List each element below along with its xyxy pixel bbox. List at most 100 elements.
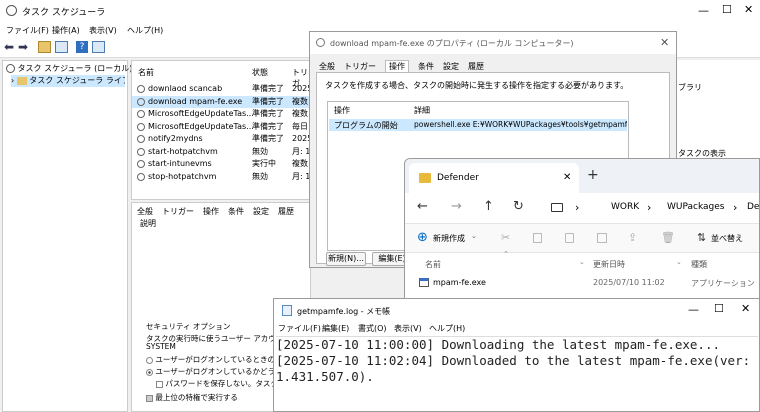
notepad-window: getmpamfe.log - メモ帳 — ☐ ✕ ファイル(F) 編集(E) … bbox=[273, 298, 760, 412]
detail-tab-action[interactable]: 操作 bbox=[203, 206, 219, 217]
nav-up-icon[interactable]: ↑ bbox=[483, 199, 494, 214]
menu-help[interactable]: ヘルプ(H) bbox=[127, 25, 163, 36]
task-row[interactable]: stop-hotpatchvm 無効 月: 1 bbox=[132, 171, 310, 183]
task-row[interactable]: start-hotpatchvm 無効 月: 1 bbox=[132, 146, 310, 158]
task-row[interactable]: download mpam-fe.exe 準備完了 複数 bbox=[132, 95, 310, 108]
expand-chevron-icon[interactable]: › bbox=[11, 76, 14, 85]
menu-view[interactable]: 表示(V) bbox=[89, 25, 117, 36]
task-name: notify2mydns bbox=[148, 134, 203, 143]
props-tab-trigger[interactable]: トリガー bbox=[344, 61, 376, 72]
show-hide-tree-icon[interactable] bbox=[55, 41, 68, 53]
explorer-window: Defender ✕ + ← → ↑ ↻ › WORK › WUPackages… bbox=[404, 158, 760, 308]
np-menu-format[interactable]: 書式(O) bbox=[358, 323, 387, 334]
task-row[interactable]: downlaod scancab 準備完了 2025 bbox=[132, 83, 310, 95]
path-segment-work[interactable]: WORK bbox=[611, 202, 639, 212]
tree-library-label: タスク スケジューラ ライブラリ bbox=[29, 76, 125, 85]
cut-icon[interactable]: ✂ bbox=[501, 231, 510, 244]
nav-back-icon[interactable]: ← bbox=[417, 199, 428, 214]
close-icon[interactable]: ✕ bbox=[744, 3, 753, 16]
task-trigger: 複数 bbox=[292, 109, 308, 118]
np-menu-file[interactable]: ファイル(F) bbox=[278, 323, 321, 334]
highest-checkbox[interactable]: 最上位の特権で実行する bbox=[146, 392, 238, 403]
copy-icon[interactable] bbox=[533, 233, 542, 243]
maximize-icon[interactable]: ☐ bbox=[722, 3, 732, 16]
log-line: 1.431.507.0). bbox=[276, 369, 374, 384]
file-date: 2025/07/10 11:02 bbox=[593, 278, 665, 287]
task-row[interactable]: start-intunevms 実行中 複数 bbox=[132, 158, 310, 170]
nosave-checkbox[interactable]: パスワードを保存しない。タスク bbox=[156, 378, 278, 389]
props-new-button[interactable]: 新規(N)... bbox=[326, 252, 366, 266]
detail-tab-trigger[interactable]: トリガー bbox=[162, 206, 194, 217]
props-tab-action[interactable]: 操作 bbox=[385, 60, 409, 72]
file-row[interactable]: mpam-fe.exe 2025/07/10 11:02 アプリケーション bbox=[405, 275, 759, 291]
radio-logon-only[interactable]: ユーザーがログオンしているときのみ実 bbox=[146, 354, 287, 365]
radio-logon-any-label: ユーザーがログオンしているかどうかに bbox=[155, 367, 287, 376]
file-col-type[interactable]: 種類 bbox=[691, 259, 707, 270]
path-segment-defender[interactable]: De bbox=[747, 202, 759, 212]
paste-icon[interactable] bbox=[565, 233, 574, 243]
file-col-date[interactable]: 更新日時 bbox=[593, 259, 625, 270]
explorer-tab[interactable]: Defender ✕ bbox=[409, 163, 579, 193]
security-account: SYSTEM bbox=[146, 342, 176, 351]
pc-icon[interactable] bbox=[551, 203, 563, 212]
detail-tab-history[interactable]: 履歴 bbox=[278, 206, 294, 217]
props-tab-history[interactable]: 履歴 bbox=[468, 61, 484, 72]
np-menu-help[interactable]: ヘルプ(H) bbox=[429, 323, 465, 334]
share-icon[interactable]: ⇪ bbox=[628, 231, 637, 244]
props-tab-settings[interactable]: 設定 bbox=[443, 61, 459, 72]
task-status: 無効 bbox=[252, 146, 268, 156]
explorer-commandbar: ⊕ 新規作成 ⌄ ✂ ⇪ 🗑 ⇅ 並べ替え bbox=[405, 223, 759, 253]
back-icon[interactable]: ⬅ bbox=[4, 40, 14, 54]
task-row[interactable]: notify2mydns 準備完了 2025 bbox=[132, 133, 310, 145]
file-col-name-chevron-icon[interactable]: ⌄ bbox=[579, 258, 585, 266]
task-row[interactable]: MicrosoftEdgeUpdateTas... 準備完了 毎日 bbox=[132, 121, 310, 133]
np-menu-view[interactable]: 表示(V) bbox=[394, 323, 422, 334]
task-status: 実行中 bbox=[252, 159, 276, 168]
sort-button[interactable]: 並べ替え bbox=[711, 233, 743, 244]
menu-file[interactable]: ファイル(F) bbox=[6, 25, 49, 36]
col-name[interactable]: 名前 bbox=[138, 67, 154, 78]
task-name: stop-hotpatchvm bbox=[148, 171, 217, 181]
detail-tab-settings[interactable]: 設定 bbox=[253, 206, 269, 217]
nav-forward-icon[interactable]: → bbox=[451, 199, 462, 214]
new-tab-icon[interactable]: + bbox=[587, 167, 599, 183]
file-col-name[interactable]: 名前 bbox=[425, 259, 441, 270]
file-col-date-chevron-icon[interactable]: ⌄ bbox=[676, 258, 682, 266]
delete-icon[interactable]: 🗑 bbox=[661, 231, 675, 244]
np-menu-edit[interactable]: 編集(E) bbox=[322, 323, 349, 334]
task-clock-icon bbox=[137, 110, 145, 118]
highest-label: 最上位の特権で実行する bbox=[155, 393, 238, 402]
notepad-minimize-icon[interactable]: — bbox=[688, 303, 699, 316]
detail-tab-condition[interactable]: 条件 bbox=[228, 206, 244, 217]
menu-action[interactable]: 操作(A) bbox=[52, 25, 80, 36]
log-line: [2025-07-10 11:00:00] Downloading the la… bbox=[276, 337, 721, 352]
tree-library[interactable]: › タスク スケジューラ ライブラリ bbox=[11, 75, 125, 87]
minimize-icon[interactable]: — bbox=[698, 4, 709, 17]
up-folder-icon[interactable] bbox=[38, 41, 51, 53]
tab-close-icon[interactable]: ✕ bbox=[563, 172, 571, 183]
radio-logon-any[interactable]: ユーザーがログオンしているかどうかに bbox=[146, 366, 287, 377]
path-segment-wupackages[interactable]: WUPackages bbox=[667, 202, 724, 212]
forward-icon[interactable]: ➡ bbox=[18, 40, 28, 54]
action-pane-icon[interactable] bbox=[92, 41, 105, 53]
props-tab-condition[interactable]: 条件 bbox=[418, 61, 434, 72]
action-row[interactable]: プログラムの開始 powershell.exe E:¥WORK¥WUPackag… bbox=[329, 119, 627, 131]
actions-col-action[interactable]: 操作 bbox=[334, 105, 350, 116]
notepad-close-icon[interactable]: ✕ bbox=[741, 302, 750, 315]
checkbox-icon bbox=[146, 394, 153, 402]
notepad-maximize-icon[interactable]: ☐ bbox=[714, 302, 724, 315]
help-icon[interactable]: ? bbox=[76, 41, 88, 53]
path-separator-icon: › bbox=[647, 201, 652, 214]
props-close-icon[interactable]: ✕ bbox=[660, 36, 669, 49]
nav-refresh-icon[interactable]: ↻ bbox=[513, 199, 524, 214]
rename-icon[interactable] bbox=[597, 233, 607, 243]
task-row[interactable]: MicrosoftEdgeUpdateTas... 準備完了 複数 bbox=[132, 108, 310, 120]
col-status[interactable]: 状態 bbox=[252, 67, 268, 78]
new-dropdown-icon[interactable]: ⌄ bbox=[471, 232, 477, 240]
new-button[interactable]: 新規作成 bbox=[433, 233, 465, 244]
actions-col-detail[interactable]: 詳細 bbox=[414, 105, 430, 116]
tree-root[interactable]: タスク スケジューラ (ローカル) bbox=[6, 63, 132, 74]
detail-tab-general[interactable]: 全般 bbox=[137, 206, 153, 217]
notepad-text-area[interactable]: [2025-07-10 11:00:00] Downloading the la… bbox=[276, 336, 758, 411]
props-tab-general[interactable]: 全般 bbox=[319, 61, 335, 72]
